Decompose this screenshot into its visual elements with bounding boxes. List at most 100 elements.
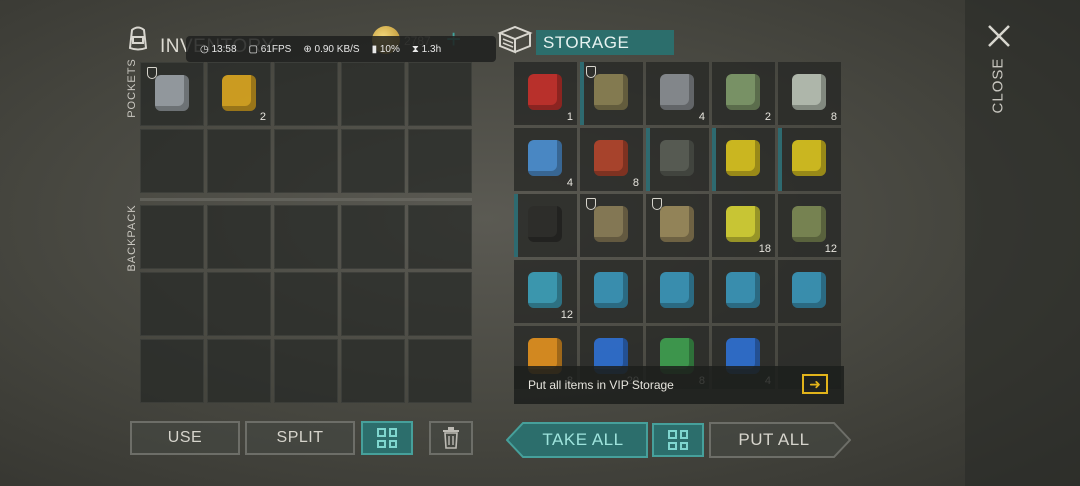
shield-icon [147,67,157,79]
right-panel [965,0,1080,486]
water-bottle-icon [528,140,562,176]
gas-mask-icon [660,140,694,176]
storage-slot[interactable] [712,128,775,191]
backpack-slot[interactable] [207,272,271,336]
storage-slot[interactable] [712,260,775,323]
storage-slot[interactable] [646,260,709,323]
take-all-button[interactable]: TAKE ALL [506,422,648,458]
vip-storage-banner[interactable]: Put all items in VIP Storage [514,366,844,404]
status-duration: 1.3h [421,43,442,55]
canister-icon [726,74,760,110]
item-quantity: 12 [824,243,837,255]
fps-icon: ▢ 61FPS [248,43,292,55]
backpack-slot[interactable] [140,205,204,269]
close-label[interactable]: CLOSE [990,46,1007,126]
inhaler-icon [528,272,562,308]
yellow-jacket-icon [726,140,760,176]
storage-slot[interactable]: 8 [580,128,643,191]
backpack-slot[interactable] [408,205,472,269]
storage-slot[interactable] [646,194,709,257]
item-quantity: 12 [560,309,573,321]
status-time: 13:58 [211,43,237,55]
item-quantity: 18 [758,243,771,255]
take-all-label: TAKE ALL [542,430,624,449]
medkit-bag-icon [792,206,826,242]
pocket-slot[interactable] [408,62,472,126]
pocket-slot[interactable] [140,62,204,126]
storage-slot[interactable]: 4 [646,62,709,125]
pockets-label: POCKETS [126,58,138,118]
storage-slot[interactable]: 2 [712,62,775,125]
trash-icon [443,427,459,449]
section-divider [140,198,472,201]
fabric-roll-icon [660,74,694,110]
storage-slot[interactable] [514,194,577,257]
vip-storage-text: Put all items in VIP Storage [528,378,674,392]
item-quantity: 4 [698,111,705,123]
backpack-slot[interactable] [341,205,405,269]
pocket-slot[interactable] [140,129,204,193]
backpack-slot[interactable] [140,339,204,403]
toolbox-icon [660,272,694,308]
battery-icon: ▮ 10% [371,43,400,55]
status-battery: 10% [379,43,400,55]
storage-slot[interactable] [580,260,643,323]
pocket-slot[interactable] [341,62,405,126]
pocket-slot[interactable] [207,129,271,193]
sort-inventory-button[interactable] [361,421,413,455]
storage-slot[interactable] [580,194,643,257]
boots-icon [528,206,562,242]
status-fps: 61FPS [260,43,292,55]
sort-storage-button[interactable] [652,423,704,457]
backpack-slot[interactable] [274,339,338,403]
backpack-slot[interactable] [341,272,405,336]
storage-slot[interactable]: 12 [778,194,841,257]
pocket-slot[interactable] [408,129,472,193]
status-net: 0.90 KB/S [314,43,360,55]
storage-slot[interactable]: 18 [712,194,775,257]
storage-slot[interactable] [778,260,841,323]
backpack-slot[interactable] [341,339,405,403]
toolbox-icon [792,272,826,308]
pocket-slot[interactable]: 2 [207,62,271,126]
backpack-slot[interactable] [140,272,204,336]
assault-rifle-icon [660,206,694,242]
pocket-slot[interactable] [274,129,338,193]
storage-box-icon [497,24,533,54]
backpack-slot[interactable] [408,272,472,336]
backpack-slot[interactable] [207,339,271,403]
storage-slot[interactable]: 4 [514,128,577,191]
backpack-slot[interactable] [408,339,472,403]
yellow-pants-icon [792,140,826,176]
transfer-arrow-icon[interactable]: ➜ [802,374,828,394]
grid-icon [668,430,688,450]
backpack-slot[interactable] [274,205,338,269]
shotgun-icon [594,206,628,242]
backpack-slot[interactable] [274,272,338,336]
pocket-slot[interactable] [274,62,338,126]
storage-slot[interactable]: 1 [514,62,577,125]
backpack-slot[interactable] [207,205,271,269]
item-quantity: 2 [764,111,771,123]
sulfur-icon [726,206,760,242]
backpack-grid [140,205,472,403]
storage-slot[interactable] [580,62,643,125]
bottle-icon [792,74,826,110]
storage-slot[interactable] [778,128,841,191]
gas-cylinder-icon [528,74,562,110]
delete-button[interactable] [429,421,473,455]
backpack-label: BACKPACK [126,204,138,272]
item-quantity: 4 [566,177,573,189]
storage-slot[interactable]: 8 [778,62,841,125]
storage-title: STORAGE [543,33,630,52]
storage-slot[interactable]: 12 [514,260,577,323]
toolbox-icon [594,272,628,308]
oil-filter-icon [222,75,256,111]
split-button[interactable]: SPLIT [245,421,355,455]
pocket-slot[interactable] [341,129,405,193]
put-all-button[interactable]: PUT ALL [709,422,851,458]
toolbox-icon [726,272,760,308]
storage-slot[interactable] [646,128,709,191]
playtime-icon: ⧗ 1.3h [411,43,442,55]
use-button[interactable]: USE [130,421,240,455]
